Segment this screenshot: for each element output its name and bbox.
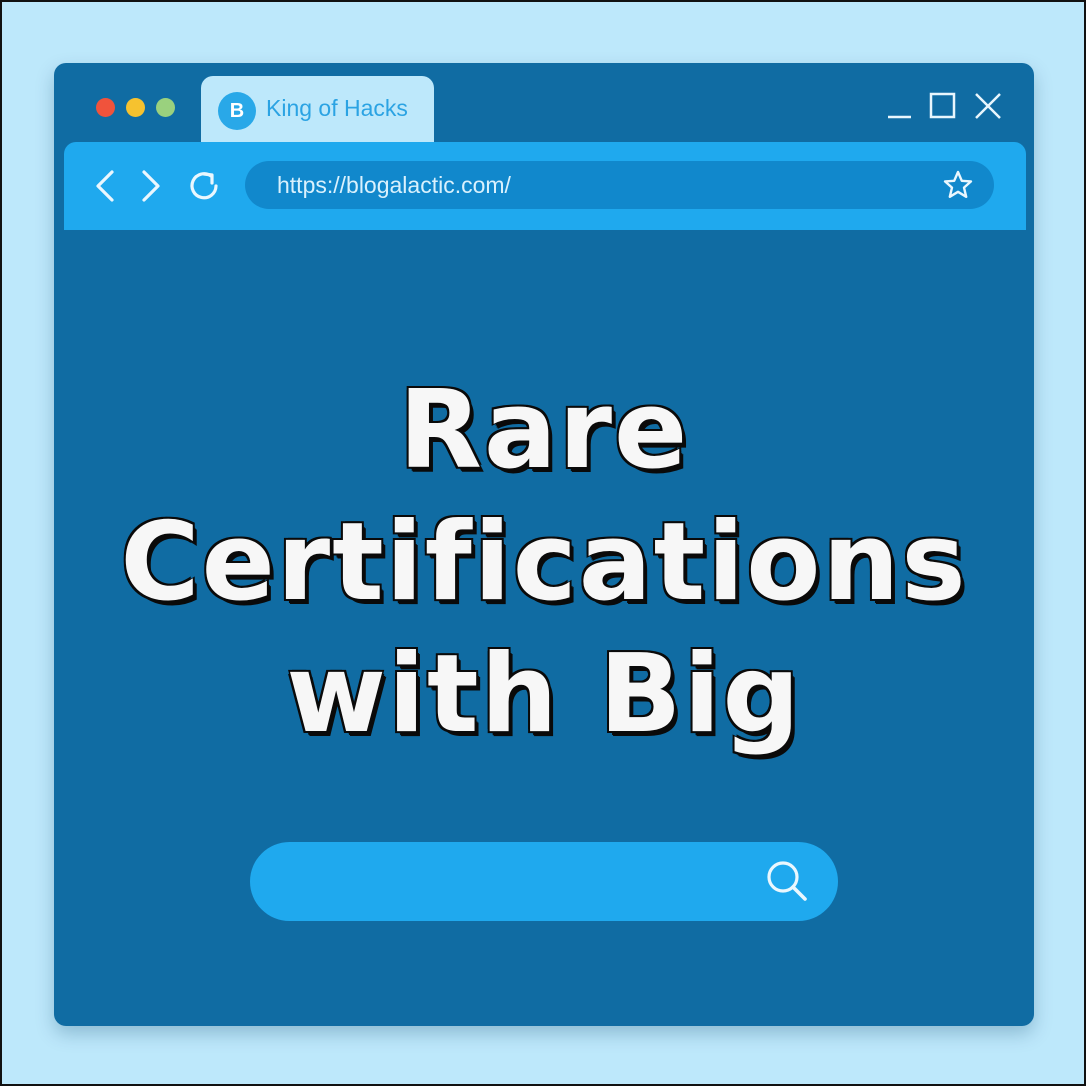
browser-tab[interactable]: B King of Hacks [201,76,434,142]
page-background: B King of Hacks https://blogalactic.com/… [0,0,1086,1086]
browser-toolbar: https://blogalactic.com/ [64,142,1026,230]
minimize-dot[interactable] [126,98,145,117]
headline: Rare Certifications with Big [54,365,1034,761]
headline-line-2: Certifications [120,500,968,625]
close-dot[interactable] [96,98,115,117]
headline-line-1: Rare [398,368,690,493]
zoom-dot[interactable] [156,98,175,117]
tab-favicon-icon: B [218,92,256,130]
chevron-right-icon[interactable] [130,166,170,206]
close-icon[interactable] [973,91,1003,121]
browser-window: B King of Hacks https://blogalactic.com/… [54,63,1034,1026]
search-input[interactable] [250,842,838,921]
minimize-icon[interactable] [885,91,915,121]
refresh-icon[interactable] [184,166,224,206]
window-traffic-lights [96,98,175,117]
search-icon[interactable] [762,856,812,906]
maximize-icon[interactable] [928,91,958,121]
star-icon[interactable] [942,169,974,201]
tab-title: King of Hacks [266,95,408,121]
chevron-left-icon[interactable] [86,166,126,206]
headline-line-3: with Big [286,632,802,757]
address-bar[interactable]: https://blogalactic.com/ [245,161,994,209]
address-url[interactable]: https://blogalactic.com/ [277,172,511,199]
